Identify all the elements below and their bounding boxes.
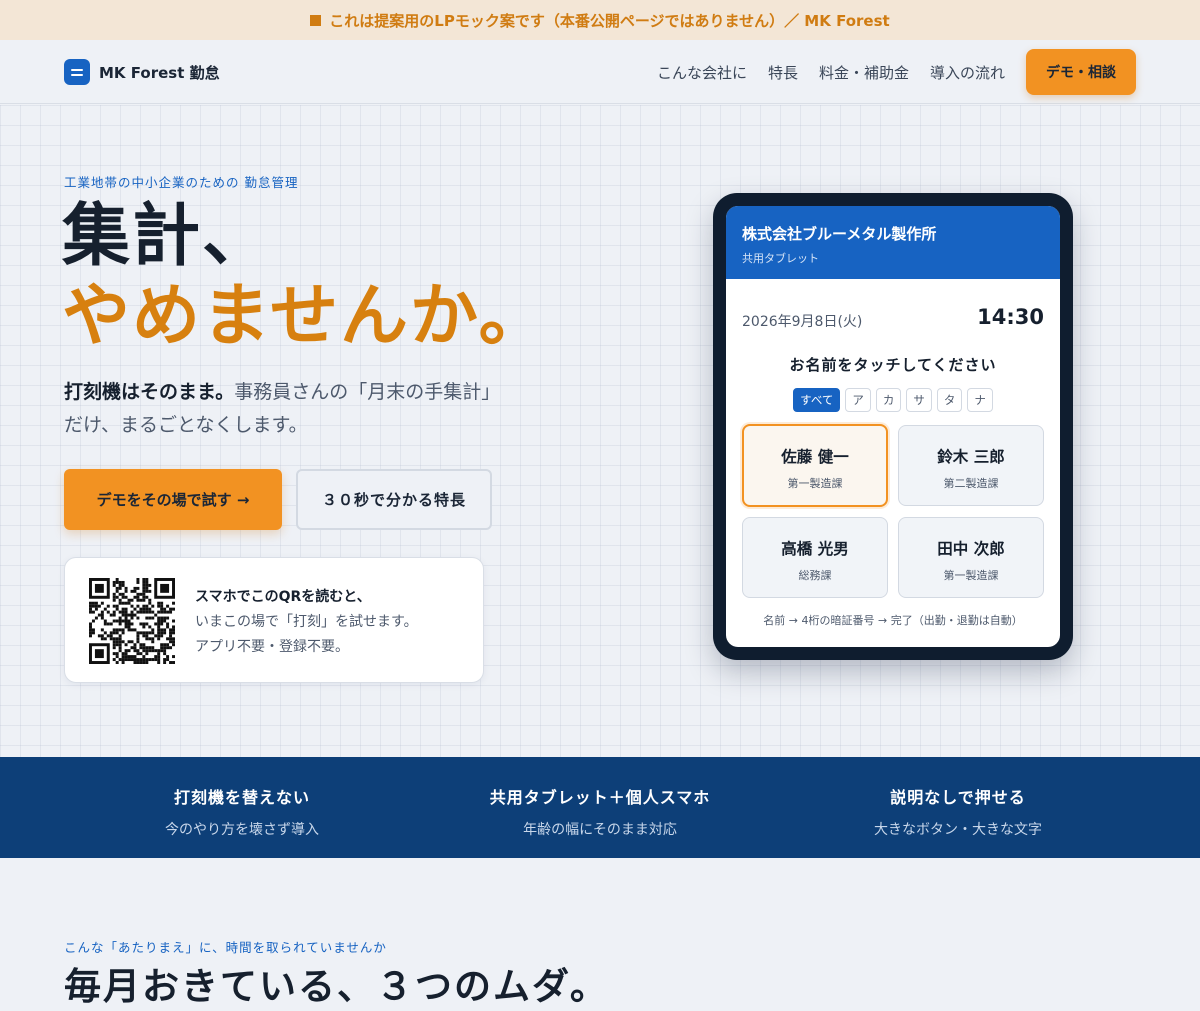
hero-eyebrow: 工業地帯の中小企業のための 勤怠管理 <box>64 175 299 190</box>
tab-all[interactable]: すべて <box>793 388 841 412</box>
nav-link-target-companies[interactable]: こんな会社に <box>657 62 747 83</box>
logo-text: MK Forest 勤怠 <box>99 63 220 82</box>
hero-lead-bold: 打刻機はそのまま。 <box>64 381 235 403</box>
qr-card-line2: いまこの場で「打刻」を試せます。 <box>195 614 418 630</box>
hero-headline-line2: やめませんか。 <box>62 277 549 356</box>
feature-item: 共用タブレット＋個人スマホ 年齢の幅にそのまま対応 <box>420 784 780 839</box>
section-title: 毎月おきている、３つのムダ。 <box>64 965 609 1008</box>
employee-name: 鈴木 三郎 <box>937 448 1005 466</box>
logo[interactable]: MK Forest 勤怠 <box>64 59 220 85</box>
hero-section: 工業地帯の中小企業のための 勤怠管理 集計、 やめませんか。 打刻機はそのまま。… <box>0 105 1200 757</box>
employee-dept: 第一製造課 <box>787 477 843 490</box>
feature-title: 打刻機を替えない <box>173 788 310 807</box>
qr-code-icon[interactable] <box>89 578 175 664</box>
tablet-flow-hint: 名前 → 4桁の暗証番号 → 完了（出勤・退勤は自動） <box>763 614 1023 627</box>
demo-consult-button[interactable]: デモ・相談 <box>1026 49 1136 95</box>
feature-subtitle: 大きなボタン・大きな文字 <box>874 822 1042 838</box>
employee-name: 高橋 光男 <box>781 540 849 558</box>
tab-ta[interactable]: タ <box>936 388 963 412</box>
features-30s-button[interactable]: ３０秒で分かる特長 <box>296 469 492 530</box>
qr-card-text: スマホでこのQRを読むと、 いまこの場で「打刻」を試せます。 アプリ不要・登録不… <box>195 585 418 660</box>
mock-notice-text: これは提案用のLPモック案です（本番公開ページではありません）／ MK Fore… <box>329 11 890 30</box>
employee-card-tanaka[interactable]: 田中 次郎 第一製造課 <box>898 517 1044 598</box>
logo-icon <box>64 59 90 85</box>
employee-dept: 総務課 <box>798 569 832 582</box>
tablet-header: 株式会社ブルーメタル製作所 共用タブレット <box>726 206 1060 279</box>
section-eyebrow: こんな「あたりまえ」に、時間を取られていませんか <box>64 940 387 955</box>
tablet-date: 2026年9月8日(火) <box>742 314 863 330</box>
qr-card: スマホでこのQRを読むと、 いまこの場で「打刻」を試せます。 アプリ不要・登録不… <box>64 557 484 683</box>
nav-link-features[interactable]: 特長 <box>768 62 798 83</box>
employee-dept: 第二製造課 <box>943 477 999 490</box>
tablet-prompt: お名前をタッチしてください <box>789 356 997 374</box>
tab-a[interactable]: ア <box>845 388 871 412</box>
tablet-company-name: 株式会社ブルーメタル製作所 <box>742 225 937 243</box>
feature-subtitle: 今のやり方を壊さず導入 <box>165 822 319 838</box>
employee-card-suzuki[interactable]: 鈴木 三郎 第二製造課 <box>898 425 1044 506</box>
main-nav: こんな会社に 特長 料金・補助金 導入の流れ <box>657 62 1005 83</box>
kana-filter-tabs: すべて ア カ サ タ ナ <box>726 388 1060 412</box>
feature-item: 打刻機を替えない 今のやり方を壊さず導入 <box>62 784 422 839</box>
hero-headline-line1: 集計、 <box>62 197 273 276</box>
employee-name: 田中 次郎 <box>937 540 1005 558</box>
mock-notice-banner: これは提案用のLPモック案です（本番公開ページではありません）／ MK Fore… <box>0 0 1200 40</box>
tablet-screen: 株式会社ブルーメタル製作所 共用タブレット 2026年9月8日(火) 14:30… <box>726 206 1060 647</box>
nav-link-pricing[interactable]: 料金・補助金 <box>819 62 909 83</box>
employee-name: 佐藤 健一 <box>781 448 849 466</box>
feature-title: 説明なしで押せる <box>890 788 1026 807</box>
square-bullet-icon <box>310 14 322 26</box>
feature-title: 共用タブレット＋個人スマホ <box>489 788 711 807</box>
hero-lead: 打刻機はそのまま。事務員さんの「月末の手集計」だけ、まるごとなくします。 <box>64 376 504 442</box>
feature-subtitle: 年齢の幅にそのまま対応 <box>523 822 677 838</box>
feature-strip: 打刻機を替えない 今のやり方を壊さず導入 共用タブレット＋個人スマホ 年齢の幅に… <box>0 757 1200 858</box>
tab-sa[interactable]: サ <box>906 388 932 412</box>
employee-card-takahashi[interactable]: 高橋 光男 総務課 <box>742 517 888 598</box>
employee-dept: 第一製造課 <box>943 569 999 582</box>
qr-card-line1: スマホでこのQRを読むと、 <box>195 589 371 605</box>
site-header: MK Forest 勤怠 こんな会社に 特長 料金・補助金 導入の流れ デモ・相… <box>0 40 1200 104</box>
nav-link-flow[interactable]: 導入の流れ <box>930 62 1005 83</box>
tablet-mockup: 株式会社ブルーメタル製作所 共用タブレット 2026年9月8日(火) 14:30… <box>713 193 1073 660</box>
tab-ka[interactable]: カ <box>875 388 902 412</box>
employee-card-sato[interactable]: 佐藤 健一 第一製造課 <box>742 424 888 507</box>
qr-card-line3: アプリ不要・登録不要。 <box>195 639 349 655</box>
try-demo-button[interactable]: デモをその場で試す → <box>64 469 282 530</box>
tablet-subtitle: 共用タブレット <box>742 252 819 265</box>
tab-na[interactable]: ナ <box>967 388 993 412</box>
tablet-time: 14:30 <box>977 305 1044 329</box>
feature-item: 説明なしで押せる 大きなボタン・大きな文字 <box>778 784 1138 839</box>
